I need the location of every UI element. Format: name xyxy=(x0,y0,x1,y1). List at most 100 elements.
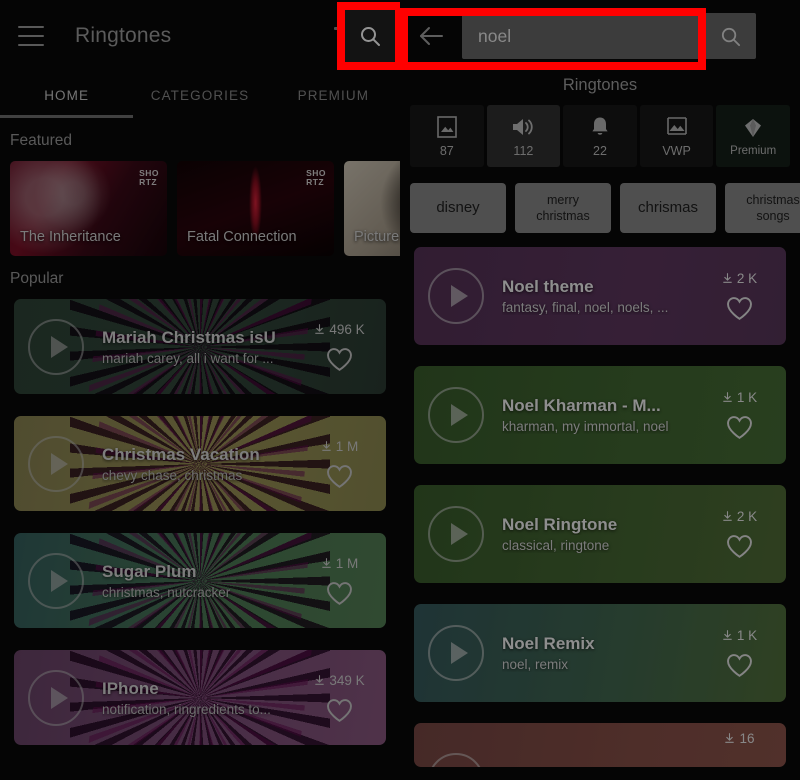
list-item-title: Noel Kharman - M... xyxy=(502,396,661,415)
filter-tab-label: VWP xyxy=(662,143,691,158)
favorite-heart-icon[interactable] xyxy=(326,347,353,372)
suggestion-chip-row: disney merry christmas chrismas christmas… xyxy=(400,167,800,233)
featured-card-label: Picture xyxy=(354,229,400,245)
suggestion-chip[interactable]: disney xyxy=(410,183,506,233)
favorite-heart-icon[interactable] xyxy=(326,464,353,489)
download-icon xyxy=(321,440,331,451)
download-count: 349 K xyxy=(313,673,365,688)
download-count-label: 16 xyxy=(739,731,755,746)
filter-tab-sounds[interactable]: 112 xyxy=(486,105,561,167)
search-results-title: Ringtones xyxy=(562,76,638,94)
suggestion-chip[interactable]: merry christmas xyxy=(515,183,611,233)
featured-card-label: Fatal Connection xyxy=(187,229,297,245)
list-item[interactable]: IPhone notification, ringredients to... … xyxy=(14,650,386,745)
search-icon-button[interactable] xyxy=(345,10,395,62)
search-icon[interactable] xyxy=(719,25,742,48)
download-count: 1 K xyxy=(721,628,757,643)
download-icon xyxy=(723,630,732,640)
download-icon xyxy=(723,273,732,283)
download-count-label: 2 K xyxy=(736,271,758,286)
featured-card-label: The Inheritance xyxy=(20,229,121,245)
featured-card[interactable]: SHO RTZ Fatal Connection xyxy=(177,161,334,256)
filter-tab-label: 112 xyxy=(513,143,534,158)
list-item[interactable]: Noel Ringtone classical, ringtone 2 K xyxy=(414,485,786,583)
filter-tab-label: Premium xyxy=(730,144,777,157)
download-count: 1 K xyxy=(721,390,757,405)
play-button[interactable] xyxy=(428,625,484,681)
download-icon xyxy=(321,557,331,568)
play-button[interactable] xyxy=(28,435,84,492)
list-item-tags: noel, remix xyxy=(502,657,569,672)
download-count: 2 K xyxy=(721,509,757,524)
favorite-heart-icon[interactable] xyxy=(326,581,353,606)
right-panel-search: noel Ringtones 87 112 22 VWP Premium dis… xyxy=(400,0,800,780)
search-results-list: Noel theme fantasy, final, noel, noels, … xyxy=(400,233,800,767)
page-title: Ringtones xyxy=(75,24,172,47)
download-count: 496 K xyxy=(313,321,365,337)
list-item-title: Sugar Plum xyxy=(102,561,197,581)
app-screen: Ringtones HOME CATEGORIES PREMIUM Featur… xyxy=(0,0,800,780)
tab-premium[interactable]: PREMIUM xyxy=(267,88,400,103)
image-icon xyxy=(436,115,457,138)
suggestion-chip[interactable]: chrismas xyxy=(620,183,716,233)
play-button[interactable] xyxy=(28,318,84,375)
filter-tab-label: 87 xyxy=(439,143,454,158)
featured-card[interactable]: Picture xyxy=(344,161,400,256)
filter-tab-vwp[interactable]: VWP xyxy=(639,105,714,167)
list-item-title: Noel theme xyxy=(502,277,594,296)
search-icon xyxy=(361,27,380,46)
tab-bar: HOME CATEGORIES PREMIUM xyxy=(0,72,400,118)
tab-categories[interactable]: CATEGORIES xyxy=(133,88,266,103)
download-icon xyxy=(315,674,325,685)
list-item[interactable]: Noel Remix noel, remix 1 K xyxy=(414,604,786,702)
list-item-tags: christmas, nutcracker xyxy=(102,584,231,600)
list-item-tags: classical, ringtone xyxy=(502,538,610,553)
list-item[interactable]: 16 xyxy=(414,723,786,767)
play-button[interactable] xyxy=(428,268,484,324)
featured-card[interactable]: SHO RTZ The Inheritance xyxy=(10,161,167,256)
search-input-value[interactable]: noel xyxy=(478,26,719,47)
favorite-heart-icon[interactable] xyxy=(726,296,753,321)
list-item-title: Mariah Christmas isU xyxy=(102,327,276,347)
favorite-heart-icon[interactable] xyxy=(726,534,753,559)
shortz-watermark: SHO RTZ xyxy=(139,168,159,187)
list-item-tags: kharman, my immortal, noel xyxy=(502,419,669,434)
shortz-watermark: SHO RTZ xyxy=(306,168,326,187)
favorite-heart-icon[interactable] xyxy=(726,653,753,678)
popular-section-title: Popular xyxy=(10,270,64,287)
download-count-label: 1 M xyxy=(335,555,359,571)
favorite-heart-icon[interactable] xyxy=(726,415,753,440)
filter-tab-notifications[interactable]: 22 xyxy=(563,105,637,167)
download-icon xyxy=(725,733,735,743)
list-item-title: Noel Ringtone xyxy=(502,515,618,534)
play-button[interactable] xyxy=(428,753,484,767)
filter-tab-row: 87 112 22 VWP Premium xyxy=(400,105,800,167)
hamburger-menu-icon[interactable] xyxy=(18,26,44,46)
download-count-label: 496 K xyxy=(329,321,365,337)
play-button[interactable] xyxy=(428,387,484,443)
favorite-heart-icon[interactable] xyxy=(326,698,353,723)
play-button[interactable] xyxy=(28,552,84,609)
back-arrow-icon[interactable] xyxy=(414,19,448,53)
list-item[interactable]: Noel theme fantasy, final, noel, noels, … xyxy=(414,247,786,345)
search-input-field[interactable]: noel xyxy=(462,13,756,59)
download-count-label: 1 M xyxy=(335,438,359,454)
play-button[interactable] xyxy=(28,669,84,726)
filter-tab-premium[interactable]: Premium xyxy=(716,105,790,167)
play-button[interactable] xyxy=(428,506,484,562)
list-item-tags: fantasy, final, noel, noels, ... xyxy=(502,300,669,315)
bell-icon xyxy=(592,117,608,135)
download-icon xyxy=(723,392,732,402)
tab-indicator xyxy=(0,115,133,118)
suggestion-chip[interactable]: christmas songs xyxy=(725,183,800,233)
list-item[interactable]: Mariah Christmas isU mariah carey, all i… xyxy=(14,299,386,394)
download-icon xyxy=(723,511,732,521)
tab-home[interactable]: HOME xyxy=(0,88,133,103)
filter-tab-images[interactable]: 87 xyxy=(410,105,484,167)
featured-carousel[interactable]: SHO RTZ The Inheritance SHO RTZ Fatal Conn… xyxy=(0,161,400,256)
list-item[interactable]: Christmas Vacation chevy chase, christma… xyxy=(14,416,386,511)
list-item-title: Noel Remix xyxy=(502,634,595,653)
list-item[interactable]: Noel Kharman - M... kharman, my immortal… xyxy=(414,366,786,464)
download-count: 16 xyxy=(723,731,755,746)
list-item[interactable]: Sugar Plum christmas, nutcracker 1 M xyxy=(14,533,386,628)
